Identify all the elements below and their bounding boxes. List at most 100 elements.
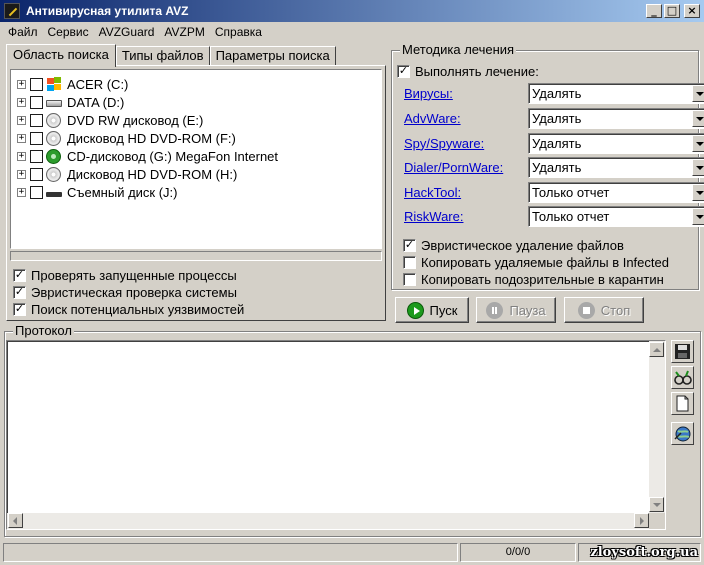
treat-row-hacktool: HackTool: Только отчет	[404, 181, 704, 203]
pause-label: Пауза	[509, 302, 546, 318]
option-label: Выполнять лечение:	[415, 64, 539, 79]
close-button[interactable]: ×	[684, 4, 700, 18]
dropdown-arrow-icon[interactable]	[692, 134, 704, 152]
expand-icon[interactable]: +	[17, 115, 26, 125]
expand-icon[interactable]: +	[17, 79, 26, 89]
dialer-action-select[interactable]: Удалять	[528, 156, 704, 178]
checkbox[interactable]: ✓	[13, 303, 26, 316]
stop-icon	[577, 301, 595, 319]
treat-row-viruses: Вирусы: Удалять	[404, 82, 704, 104]
tree-item-drive-g[interactable]: + CD-дисковод (G:) MegaFon Internet	[17, 147, 278, 165]
viruses-action-select[interactable]: Удалять	[528, 82, 704, 104]
stop-label: Стоп	[600, 302, 631, 318]
drive-label: Дисковод HD DVD-ROM (H:)	[67, 166, 238, 182]
spyware-link[interactable]: Spy/Spyware:	[404, 136, 516, 151]
drive-tree[interactable]: + ACER (C:) + DATA (D:) + DVD RW дисково…	[10, 69, 382, 249]
hacktool-action-select[interactable]: Только отчет	[528, 181, 704, 203]
tree-item-drive-f[interactable]: + Дисковод HD DVD-ROM (F:)	[17, 129, 236, 147]
spyware-action-select[interactable]: Удалять	[528, 132, 704, 154]
dialer-link[interactable]: Dialer/PornWare:	[404, 160, 516, 175]
tab-file-types[interactable]: Типы файлов	[115, 46, 210, 66]
select-value: Только отчет	[532, 184, 610, 200]
checkbox[interactable]	[403, 256, 416, 269]
scroll-left-button[interactable]	[8, 513, 23, 528]
tab-search-area[interactable]: Область поиска	[6, 44, 116, 67]
tree-horizontal-scrollbar[interactable]	[10, 251, 382, 261]
dropdown-arrow-icon[interactable]	[692, 183, 704, 201]
adware-action-select[interactable]: Удалять	[528, 107, 704, 129]
expand-icon[interactable]: +	[17, 169, 26, 179]
dropdown-arrow-icon[interactable]	[692, 207, 704, 225]
drive-checkbox[interactable]	[30, 131, 43, 145]
drive-checkbox[interactable]	[30, 185, 43, 199]
menu-help[interactable]: Справка	[210, 25, 267, 39]
dropdown-arrow-icon[interactable]	[692, 84, 704, 102]
scroll-up-button[interactable]	[649, 342, 664, 357]
cd-drive-icon	[46, 113, 62, 128]
drive-checkbox[interactable]	[30, 77, 43, 91]
checkbox[interactable]	[403, 273, 416, 286]
option-vulnerability-search[interactable]: ✓ Поиск потенциальных уязвимостей	[13, 301, 244, 318]
save-log-button[interactable]	[671, 340, 694, 363]
menu-avzguard[interactable]: AVZGuard	[94, 25, 160, 39]
select-value: Удалять	[532, 85, 582, 101]
hacktool-link[interactable]: HackTool:	[404, 185, 516, 200]
tree-item-drive-h[interactable]: + Дисковод HD DVD-ROM (H:)	[17, 165, 237, 183]
select-value: Удалять	[532, 159, 582, 175]
checkbox[interactable]: ✓	[403, 239, 416, 252]
dropdown-arrow-icon[interactable]	[692, 158, 704, 176]
option-check-processes[interactable]: ✓ Проверять запущенные процессы	[13, 267, 237, 284]
menu-service[interactable]: Сервис	[43, 25, 94, 39]
expand-icon[interactable]: +	[17, 97, 26, 107]
scroll-right-button[interactable]	[634, 513, 649, 528]
globe-icon	[674, 426, 691, 442]
treatment-group-title: Методика лечения	[400, 42, 517, 57]
pause-button[interactable]: Пауза	[476, 297, 556, 323]
checkbox[interactable]: ✓	[397, 65, 410, 78]
tab-search-params[interactable]: Параметры поиска	[209, 46, 336, 66]
view-infected-button[interactable]	[671, 366, 694, 389]
network-update-button[interactable]	[671, 422, 694, 445]
riskware-link[interactable]: RiskWare:	[404, 209, 516, 224]
status-message	[3, 543, 458, 562]
windows-drive-icon	[46, 77, 62, 91]
dropdown-arrow-icon[interactable]	[692, 109, 704, 127]
option-copy-to-quarantine[interactable]: Копировать подозрительные в карантин	[403, 271, 664, 288]
drive-checkbox[interactable]	[30, 167, 43, 181]
expand-icon[interactable]: +	[17, 187, 26, 197]
protocol-log[interactable]	[6, 340, 666, 530]
cd-drive-icon	[46, 167, 62, 182]
option-copy-to-infected[interactable]: Копировать удаляемые файлы в Infected	[403, 254, 669, 271]
scroll-down-button[interactable]	[649, 497, 664, 512]
option-heuristic-delete[interactable]: ✓ Эвристическое удаление файлов	[403, 237, 624, 254]
option-heuristic-check[interactable]: ✓ Эвристическая проверка системы	[13, 284, 237, 301]
checkbox[interactable]: ✓	[13, 286, 26, 299]
drive-checkbox[interactable]	[30, 95, 43, 109]
tree-item-drive-d[interactable]: + DATA (D:)	[17, 93, 124, 111]
perform-treatment-option[interactable]: ✓ Выполнять лечение:	[397, 63, 539, 80]
minimize-button[interactable]: _	[646, 4, 662, 18]
option-label: Копировать удаляемые файлы в Infected	[421, 255, 669, 270]
drive-label: Дисковод HD DVD-ROM (F:)	[67, 130, 236, 146]
tree-item-drive-j[interactable]: + Съемный диск (J:)	[17, 183, 178, 201]
adware-link[interactable]: AdvWare:	[404, 111, 516, 126]
drive-checkbox[interactable]	[30, 149, 43, 163]
tree-item-drive-c[interactable]: + ACER (C:)	[17, 75, 128, 93]
avz-app-icon	[4, 3, 20, 19]
drive-checkbox[interactable]	[30, 113, 43, 127]
stop-button[interactable]: Стоп	[564, 297, 644, 323]
checkbox[interactable]: ✓	[13, 269, 26, 282]
tree-item-drive-e[interactable]: + DVD RW дисковод (E:)	[17, 111, 203, 129]
maximize-button[interactable]: □	[664, 4, 680, 18]
option-label: Поиск потенциальных уязвимостей	[31, 302, 245, 317]
expand-icon[interactable]: +	[17, 133, 26, 143]
log-horizontal-scrollbar[interactable]	[7, 513, 649, 529]
expand-icon[interactable]: +	[17, 151, 26, 161]
menu-avzpm[interactable]: AVZPM	[159, 25, 209, 39]
viruses-link[interactable]: Вирусы:	[404, 86, 516, 101]
riskware-action-select[interactable]: Только отчет	[528, 205, 704, 227]
log-vertical-scrollbar[interactable]	[649, 341, 665, 513]
menu-file[interactable]: Файл	[0, 25, 43, 39]
clear-log-button[interactable]	[671, 392, 694, 415]
start-button[interactable]: Пуск	[395, 297, 469, 323]
